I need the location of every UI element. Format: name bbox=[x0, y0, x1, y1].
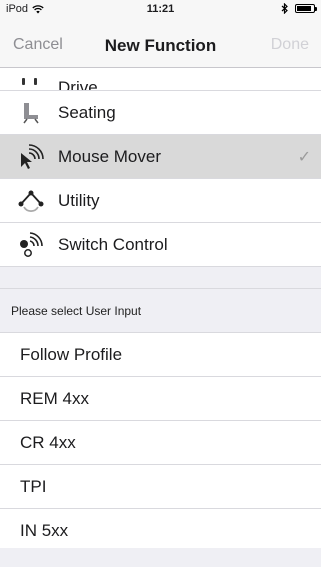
user-input-row[interactable]: Follow Profile bbox=[0, 333, 321, 377]
battery-icon bbox=[295, 4, 317, 13]
mouse-mover-icon bbox=[18, 143, 44, 170]
function-label: Mouse Mover bbox=[58, 146, 161, 166]
seating-icon bbox=[18, 100, 44, 126]
user-input-label: TPI bbox=[20, 476, 47, 496]
navigation-bar: Cancel New Function Done bbox=[0, 20, 321, 68]
function-row-seating[interactable]: Seating bbox=[0, 91, 321, 135]
user-input-label: REM 4xx bbox=[20, 388, 89, 408]
switch-control-icon bbox=[18, 231, 44, 258]
function-row-utility[interactable]: Utility bbox=[0, 179, 321, 223]
user-input-section-header: Please select User Input bbox=[0, 289, 321, 333]
status-bar: iPod 11:21 bbox=[0, 0, 321, 20]
user-input-label: Follow Profile bbox=[20, 344, 123, 364]
user-input-row[interactable]: TPI bbox=[0, 465, 321, 509]
user-input-row[interactable]: REM 4xx bbox=[0, 377, 321, 421]
utility-icon bbox=[18, 188, 44, 214]
user-input-label: IN 5xx bbox=[20, 520, 69, 540]
done-button[interactable]: Done bbox=[271, 36, 309, 54]
user-input-row[interactable]: CR 4xx bbox=[0, 421, 321, 465]
function-list: Drive Seating Mouse Mover ✓ Utility Swit… bbox=[0, 68, 321, 553]
battery-fill bbox=[297, 6, 311, 11]
function-label: Switch Control bbox=[58, 234, 168, 254]
checkmark-icon: ✓ bbox=[297, 149, 311, 166]
bottom-section-gap bbox=[0, 548, 321, 567]
function-row-switch-control[interactable]: Switch Control bbox=[0, 223, 321, 267]
user-input-label: CR 4xx bbox=[20, 432, 76, 452]
function-label: Utility bbox=[58, 190, 100, 210]
function-label: Drive bbox=[58, 78, 98, 91]
function-row-drive[interactable]: Drive bbox=[0, 68, 321, 91]
cancel-button[interactable]: Cancel bbox=[13, 36, 63, 54]
drive-icon bbox=[18, 72, 44, 90]
function-row-mouse-mover[interactable]: Mouse Mover ✓ bbox=[0, 135, 321, 179]
user-input-row[interactable]: IN 5xx bbox=[0, 509, 321, 553]
status-time: 11:21 bbox=[146, 3, 175, 15]
section-separator bbox=[0, 267, 321, 289]
function-label: Seating bbox=[58, 102, 116, 122]
bluetooth-icon bbox=[281, 3, 288, 14]
